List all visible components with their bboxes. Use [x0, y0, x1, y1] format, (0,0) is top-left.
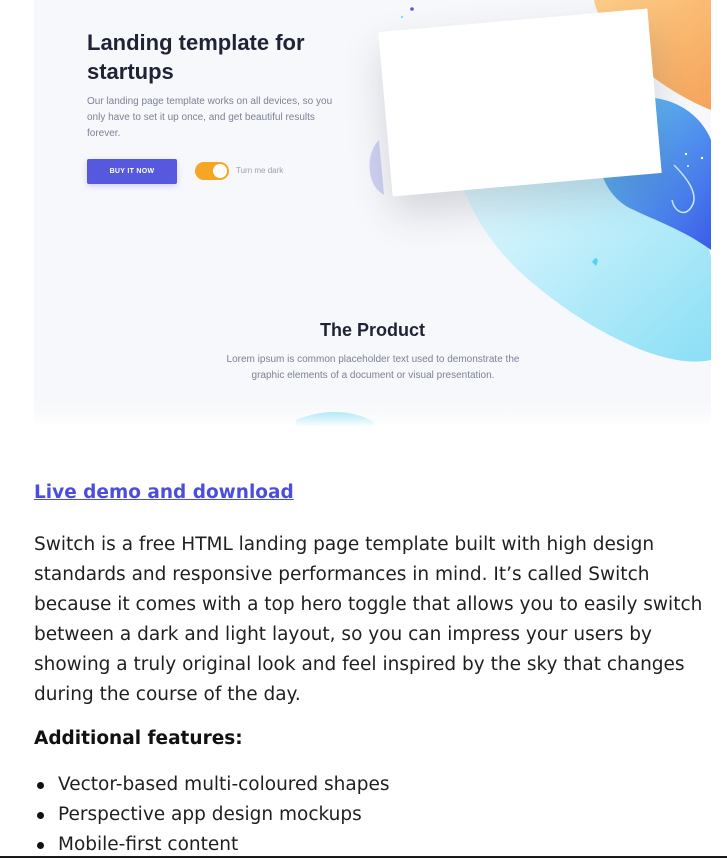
- template-preview-image: Landing template for startups Our landin…: [34, 0, 711, 427]
- toggle-label: Turn me dark: [236, 166, 284, 175]
- lavender-crescent-shape: [369, 140, 384, 195]
- page: Landing template for startups Our landin…: [0, 0, 727, 859]
- article-body: Live demo and download Switch is a free …: [34, 480, 714, 859]
- features-heading: Additional features:: [34, 728, 243, 749]
- list-item: Perspective app design mockups: [37, 800, 714, 830]
- hero-title: Landing template for startups: [87, 30, 305, 84]
- dot-shape: [700, 156, 704, 160]
- dot-shape: [687, 165, 689, 167]
- toggle-knob: [213, 164, 227, 178]
- features-list: Vector-based multi-coloured shapes Persp…: [34, 770, 714, 859]
- hero-description: Our landing page template works on all d…: [87, 96, 333, 139]
- dark-mode-toggle: [195, 162, 229, 180]
- list-item: Vector-based multi-coloured shapes: [37, 770, 714, 800]
- live-demo-link[interactable]: Live demo and download: [34, 480, 294, 506]
- app-mockup-card: [378, 8, 662, 197]
- intro-paragraph: Switch is a free HTML landing page templ…: [34, 534, 703, 705]
- dot-shape: [400, 15, 404, 19]
- product-section-description: Lorem ipsum is common placeholder text u…: [226, 354, 520, 381]
- viewport-bottom-edge: [0, 856, 727, 858]
- dot-shape: [410, 7, 414, 11]
- buy-it-now-button: BUY IT NOW: [87, 159, 177, 184]
- list-item: Mobile-first content: [37, 830, 714, 859]
- product-section-title: The Product: [319, 320, 425, 340]
- dot-shape: [684, 152, 688, 156]
